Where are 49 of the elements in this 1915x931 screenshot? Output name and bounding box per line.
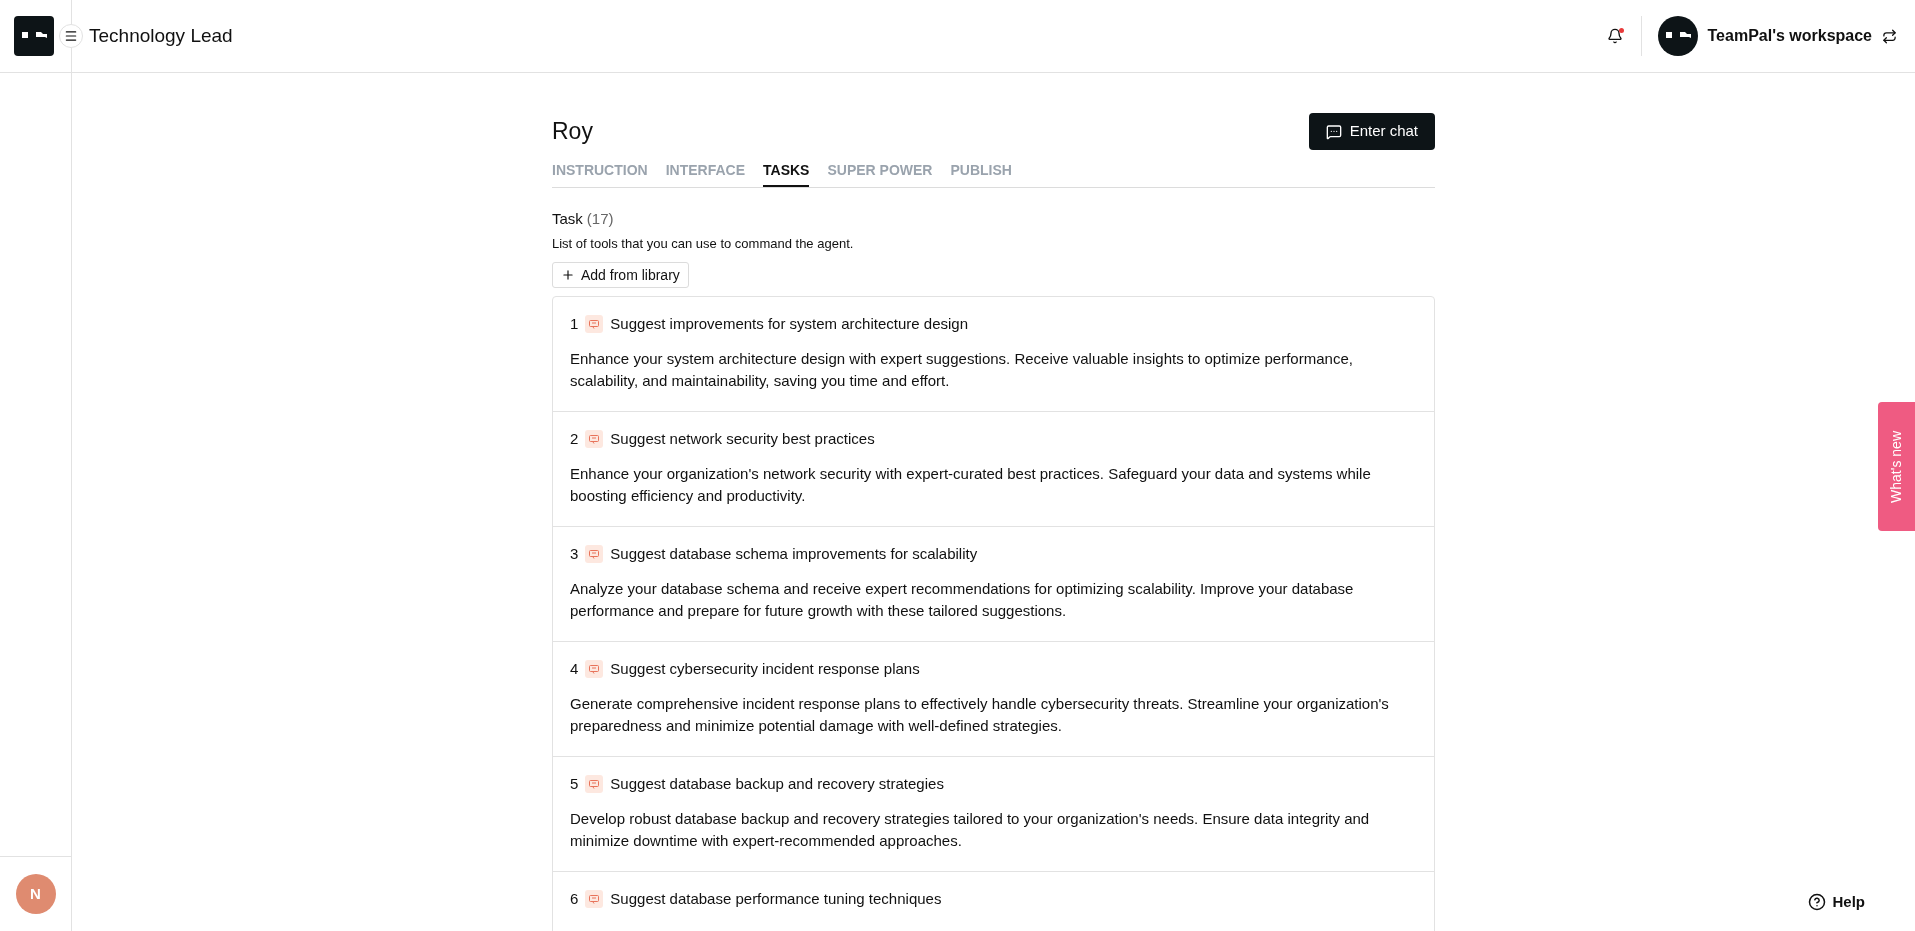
chat-icon xyxy=(585,430,604,449)
chat-icon xyxy=(585,545,604,564)
add-from-library-button[interactable]: Add from library xyxy=(552,262,689,288)
notification-button[interactable] xyxy=(1606,28,1623,44)
bell-icon xyxy=(1606,28,1623,44)
task-number: 6 xyxy=(570,889,579,909)
tab[interactable]: SUPER POWER xyxy=(827,160,933,187)
task-description: Enhance your system architecture design with expert suggestions. Receive valuable insights to optimize performance, scalability, and maintainability, saving you time and effort. xyxy=(570,348,1354,391)
task-description: Generate comprehensive incident response plans to effectively handle cybersecurity threats. Streamline your organization's preparedness and minimize potential damage with well-defined strategies. xyxy=(570,693,1390,736)
task-title: Suggest improvements for system architecture design xyxy=(610,314,968,334)
user-avatar[interactable]: N xyxy=(15,874,56,914)
whats-new-tab[interactable]: What's new xyxy=(1878,402,1915,531)
chat-icon xyxy=(585,890,604,909)
page-title: Technology Lead xyxy=(89,23,233,48)
plus-icon xyxy=(561,268,575,282)
task-number: 5 xyxy=(570,774,579,794)
section-subtitle: List of tools that you can use to command the agent. xyxy=(552,234,855,253)
task-number: 4 xyxy=(570,659,579,679)
task-description: Develop robust database backup and recovery strategies tailored to your organization's needs. Ensure data integrity and minimize downtime with expert-recommended approaches. xyxy=(570,808,1371,851)
tab[interactable]: INTERFACE xyxy=(665,160,745,187)
menu-icon xyxy=(64,29,78,43)
task-title: Suggest cybersecurity incident response plans xyxy=(610,659,920,679)
enter-chat-button[interactable]: Enter chat xyxy=(1308,113,1435,150)
help-button[interactable]: Help xyxy=(1808,890,1865,913)
workspace-switcher[interactable]: TeamPal's workspace xyxy=(1641,16,1915,56)
chat-icon xyxy=(1325,123,1342,140)
task-title: Suggest database schema improvements for scalability xyxy=(610,544,978,564)
chat-icon xyxy=(585,775,604,794)
task-number: 2 xyxy=(570,429,579,449)
logo-icon xyxy=(1657,16,1698,56)
tab[interactable]: TASKS xyxy=(763,160,810,187)
chat-icon xyxy=(585,660,604,679)
task-title: Suggest network security best practices xyxy=(610,429,875,449)
task-description: Analyze your database schema and receive expert recommendations for optimizing scalability. Improve your database performance and prepare for future growth with these tailored suggestions. xyxy=(570,578,1355,621)
tab[interactable]: PUBLISH xyxy=(950,160,1012,187)
task-number: 3 xyxy=(570,544,579,564)
section-title: Task xyxy=(552,209,583,229)
help-icon xyxy=(1808,892,1827,911)
task-count: (17) xyxy=(586,209,614,229)
switch-icon xyxy=(1882,28,1897,44)
tab[interactable]: INSTRUCTION xyxy=(552,160,648,187)
agent-name: Roy xyxy=(552,117,593,147)
logo-icon xyxy=(14,16,54,56)
task-title: Suggest database performance tuning techniques xyxy=(610,889,942,909)
menu-button[interactable] xyxy=(59,24,83,48)
task-number: 1 xyxy=(570,314,579,334)
task-title: Suggest database backup and recovery strategies xyxy=(610,774,944,794)
chat-icon xyxy=(585,315,604,334)
task-description: Enhance your organization's network security with expert-curated best practices. Safeguard your data and systems while boosting efficiency and productivity. xyxy=(570,463,1372,506)
